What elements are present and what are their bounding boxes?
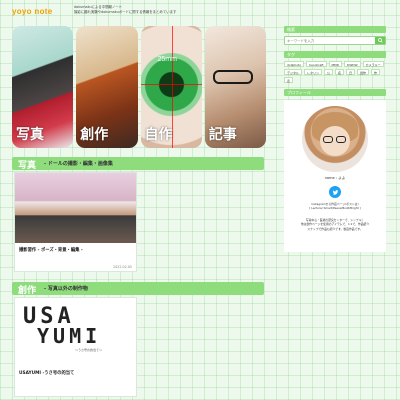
section-title: 写真 xyxy=(18,161,37,171)
site-description: dokumakuによる中間報ノート 撮影に趣れ実験やdokumakuボードに関す… xyxy=(74,5,244,15)
tag-link[interactable]: 名 xyxy=(334,69,344,75)
tag-link[interactable]: 創作 xyxy=(357,69,370,75)
section-header-photo[interactable]: 写真 - ドールの撮影・編集・画像集 xyxy=(12,157,264,171)
category-label: 記事 xyxy=(208,127,237,143)
widget-heading: タグ xyxy=(284,51,386,58)
sidebar: 検索 タグ dollphoto handcraft MMD DWDW カメラルー… xyxy=(284,26,386,252)
section-subtitle: - ドールの撮影・編集・画像集 xyxy=(44,161,113,167)
category-label: 写真 xyxy=(16,127,44,143)
post-card[interactable]: 撮影習作 - ポーズ・背景・編集 - 2022.02.05 xyxy=(14,172,137,272)
category-label: 自作 xyxy=(144,127,173,143)
search-input[interactable] xyxy=(285,37,373,44)
glasses-icon xyxy=(212,70,253,84)
category-card-photo[interactable]: 写真 xyxy=(12,26,74,148)
category-card-craft[interactable]: 創作 xyxy=(76,26,138,148)
tag-link[interactable]: デジタル xyxy=(284,69,302,75)
section-subtitle: - 写真以外の制作物 xyxy=(44,286,88,292)
category-card-selfmade[interactable]: 25mm 自作 xyxy=(140,26,202,148)
category-card-article[interactable]: 記事 xyxy=(204,26,266,148)
post-card[interactable]: USA YUMI 〜うさ号の的当て〜 USAYUMI -うさ号の的当て xyxy=(14,297,137,397)
tag-link[interactable]: MMD xyxy=(328,61,343,67)
logo-text: YUMI xyxy=(37,324,102,348)
twitter-button[interactable] xyxy=(329,186,341,198)
post-title[interactable]: 撮影習作 - ポーズ・背景・編集 - xyxy=(19,247,83,253)
post-thumbnail: USA YUMI 〜うさ号の的当て〜 xyxy=(15,298,136,366)
tag-link[interactable]: 公 xyxy=(323,69,333,75)
glasses-icon xyxy=(336,136,346,143)
profile-description: 写真中心・医療の研究センターで、シンプル！ 他は創作ページを使用のアイテムで、1… xyxy=(290,218,380,231)
post-thumbnail xyxy=(15,173,136,243)
widget-heading: プロフィール xyxy=(284,89,386,96)
tag-link[interactable]: 作 xyxy=(371,69,381,75)
category-grid: 写真 創作 25mm 自作 記事 xyxy=(12,26,266,148)
avatar xyxy=(302,106,368,172)
tag-link[interactable]: カメラルー xyxy=(362,61,384,67)
search-form xyxy=(284,36,386,45)
twitter-icon xyxy=(332,189,338,195)
category-label: 創作 xyxy=(80,127,109,143)
profile-links-line[interactable]: [ Lectora/ Smart/Peace/Build/Bright ] xyxy=(284,206,386,210)
profile-widget: name : よよ Instagramから作画ページ(ポストは) [ Lecto… xyxy=(284,100,386,252)
glasses-icon xyxy=(323,136,333,143)
eye-size-label: 25mm xyxy=(157,56,177,63)
tag-link[interactable]: handcraft xyxy=(306,61,327,67)
logo-subtext: 〜うさ号の的当て〜 xyxy=(75,348,103,352)
tag-link[interactable]: レタリン xyxy=(303,69,322,75)
site-header: yoyo note dokumakuによる中間報ノート 撮影に趣れ実験やdoku… xyxy=(0,0,400,22)
profile-description-line: スナップで作品も紹介です。動画作品です。 xyxy=(307,226,363,231)
tag-cloud: dollphoto handcraft MMD DWDW カメラルー デジタル … xyxy=(284,61,386,83)
tag-link[interactable]: dollphoto xyxy=(284,61,305,67)
post-title[interactable]: USAYUMI -うさ号の的当て xyxy=(19,370,74,376)
profile-links: Instagramから作画ページ(ポストは) [ Lectora/ Smart/… xyxy=(284,202,386,210)
site-title[interactable]: yoyo note xyxy=(12,7,52,16)
widget-heading: 検索 xyxy=(284,26,386,33)
section-header-craft[interactable]: 創作 - 写真以外の制作物 xyxy=(12,282,264,296)
tag-link[interactable]: 日 xyxy=(346,69,356,75)
search-icon xyxy=(377,38,383,43)
search-button[interactable] xyxy=(375,37,385,44)
section-title: 創作 xyxy=(18,286,37,296)
profile-name: name : よよ xyxy=(324,176,346,180)
tag-link[interactable]: 表 xyxy=(284,77,294,83)
site-description-line: 撮影に趣れ実験やdokumakuボードに関する情報をまとめています xyxy=(74,10,177,14)
post-date: 2022.02.05 xyxy=(113,265,132,269)
tag-link[interactable]: DWDW xyxy=(344,61,361,67)
